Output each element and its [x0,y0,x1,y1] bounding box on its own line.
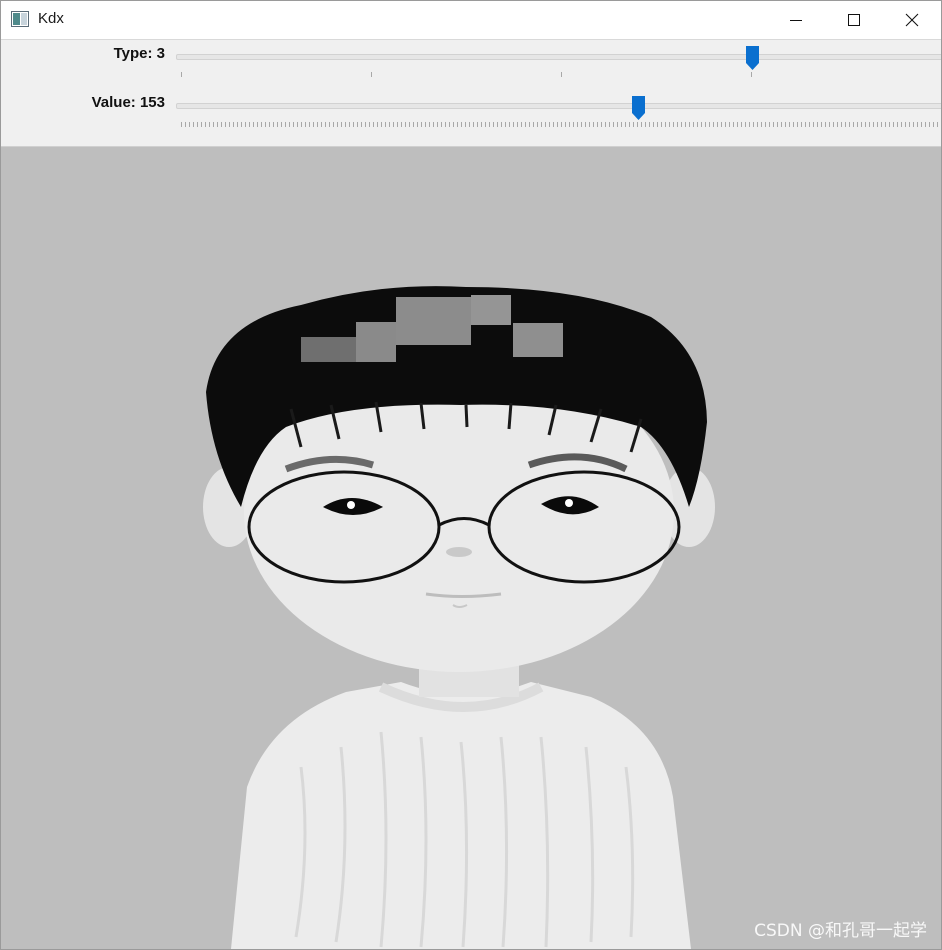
type-trackbar-thumb[interactable] [745,46,759,70]
maximize-button[interactable] [825,1,883,39]
close-button[interactable] [883,1,941,39]
minimize-button[interactable] [767,1,825,39]
value-trackbar-track[interactable] [176,103,941,109]
maximize-icon [848,14,860,26]
type-trackbar-track[interactable] [176,54,941,60]
value-trackbar-ticks [181,122,938,127]
app-window-icon [11,11,29,27]
window-title: Kdx [38,10,64,27]
title-bar[interactable]: Kdx [1,1,941,40]
watermark-text: CSDN @和孔哥一起学 [754,921,927,941]
type-trackbar-label: Type: 3 [113,45,165,62]
trackbar-panel: Type: 3 Value: 153 [1,40,941,147]
image-canvas: CSDN @和孔哥一起学 [1,147,941,949]
minimize-icon [790,20,802,21]
app-window: Kdx Type: 3 Value: 153 CSDN @和孔哥一起学 [0,0,942,950]
value-trackbar-label: Value: 153 [91,94,165,111]
close-icon [905,13,919,27]
type-trackbar-ticks [181,72,752,77]
thresholded-portrait-image [203,286,715,949]
value-trackbar-thumb[interactable] [631,96,645,120]
